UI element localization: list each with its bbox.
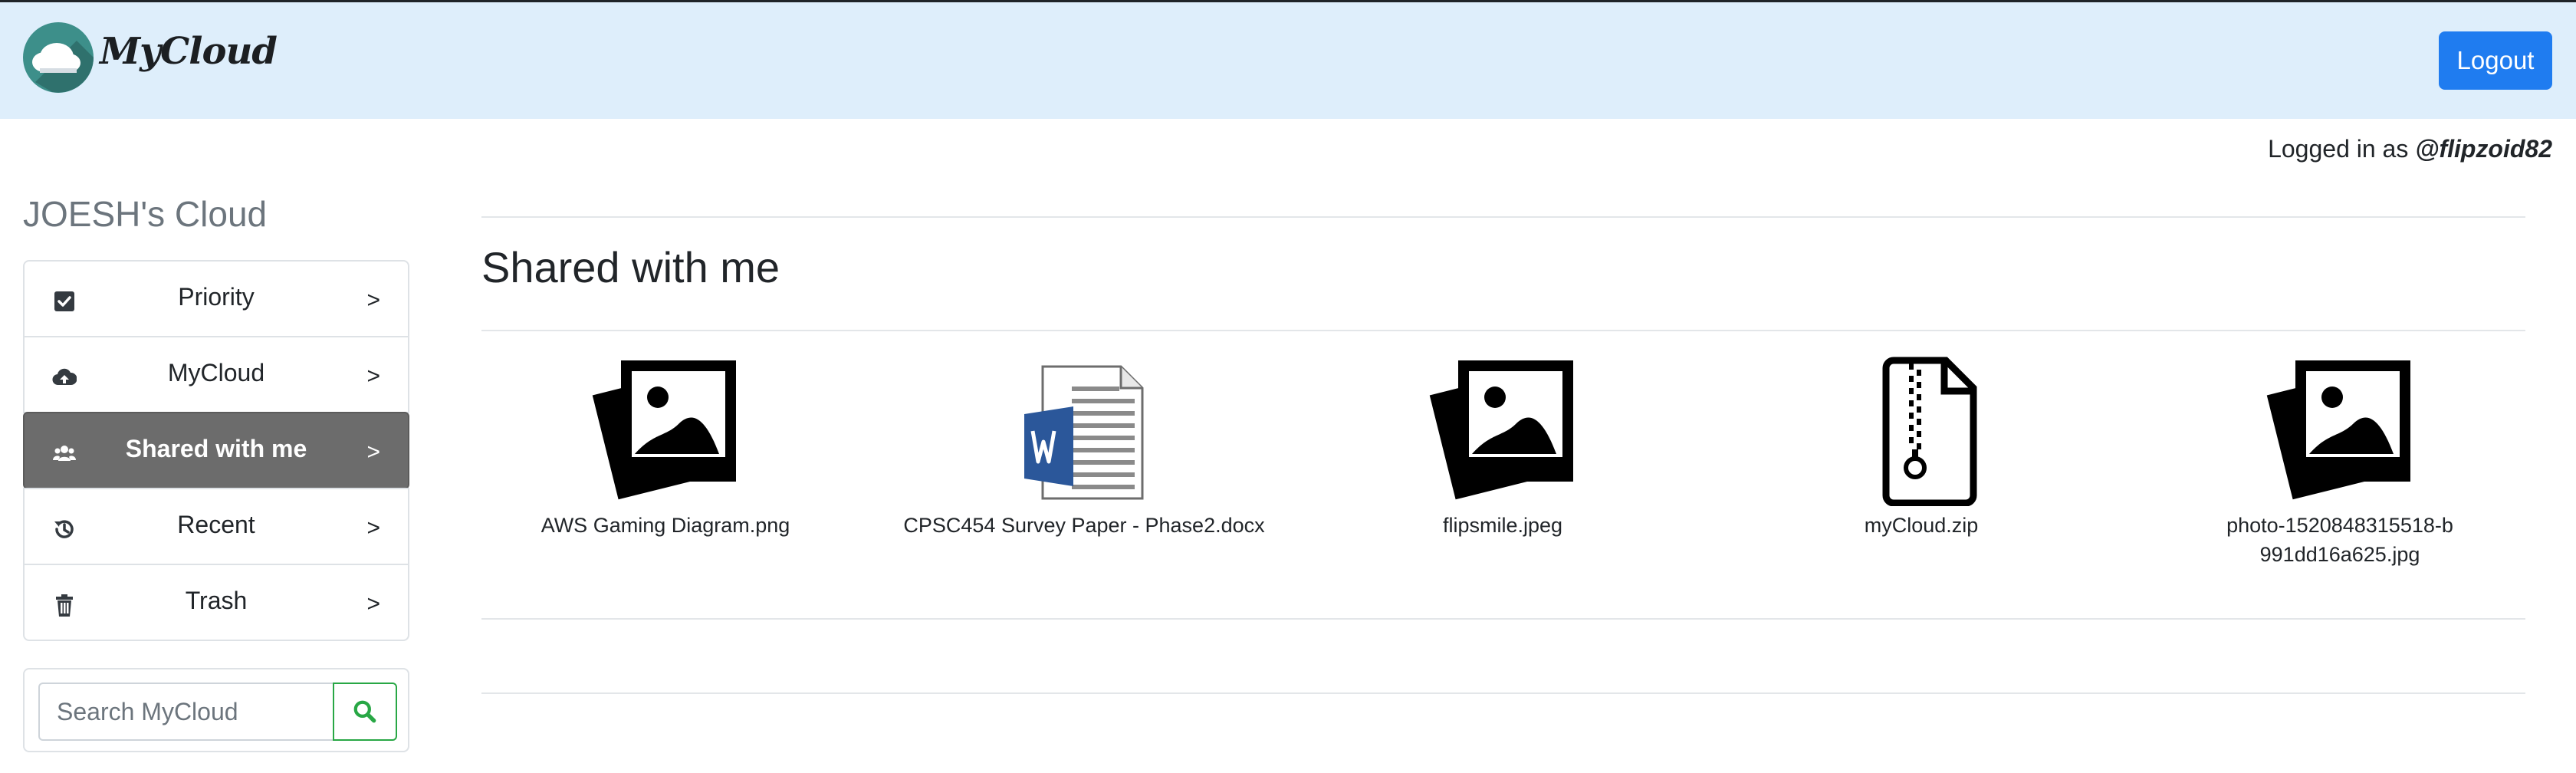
- chevron-right-icon: >: [366, 515, 380, 541]
- search-button[interactable]: [333, 683, 397, 741]
- chevron-right-icon: >: [366, 363, 380, 389]
- login-prefix: Logged in as: [2268, 135, 2416, 163]
- sidebar-item-shared-with-me[interactable]: Shared with me >: [23, 412, 409, 489]
- file-name: photo-1520848315518-b991dd16a625.jpg: [2226, 514, 2453, 566]
- mycloud-logo-icon[interactable]: [23, 22, 94, 93]
- page-title: Shared with me: [481, 243, 780, 291]
- image-file-icon: [1429, 360, 1573, 500]
- username: @flipzoid82: [2415, 135, 2552, 163]
- file-name: CPSC454 Survey Paper - Phase2.docx: [903, 514, 1265, 537]
- sidebar-item-label: Trash: [185, 587, 248, 614]
- sidebar-item-mycloud[interactable]: MyCloud >: [23, 336, 409, 413]
- sidebar-item-label: Shared with me: [125, 435, 307, 462]
- chevron-right-icon: >: [366, 288, 380, 313]
- image-file-icon: [2266, 360, 2410, 500]
- sidebar-item-trash[interactable]: Trash >: [23, 564, 409, 641]
- file-item[interactable]: flipsmile.jpeg: [1319, 353, 1687, 540]
- sidebar-item-priority[interactable]: Priority >: [23, 260, 409, 337]
- chevron-right-icon: >: [366, 439, 380, 465]
- search-icon: [353, 700, 376, 723]
- file-name: myCloud.zip: [1864, 514, 1979, 537]
- brand-name[interactable]: MyCloud: [100, 30, 278, 73]
- file-item[interactable]: AWS Gaming Diagram.png: [481, 353, 849, 540]
- logout-button[interactable]: Logout: [2439, 31, 2552, 90]
- divider: [481, 216, 2525, 218]
- file-name: flipsmile.jpeg: [1442, 514, 1563, 537]
- sidebar-title: JOESH's Cloud: [23, 194, 268, 234]
- image-file-icon: [592, 360, 736, 500]
- divider: [481, 330, 2525, 331]
- search-input[interactable]: [38, 683, 334, 741]
- navbar: MyCloud Logout: [0, 2, 2576, 119]
- login-status: Logged in as @flipzoid82: [2268, 135, 2552, 163]
- search-panel: [23, 668, 409, 752]
- sidebar-item-label: Recent: [177, 511, 255, 538]
- sidebar-item-recent[interactable]: Recent >: [23, 488, 409, 565]
- file-item[interactable]: CPSC454 Survey Paper - Phase2.docx: [900, 353, 1268, 540]
- divider: [481, 618, 2525, 620]
- zip-file-icon: [1882, 357, 1977, 506]
- chevron-right-icon: >: [366, 591, 380, 617]
- file-name: AWS Gaming Diagram.png: [540, 514, 790, 537]
- sidebar-item-label: Priority: [178, 283, 255, 311]
- word-document-icon: [1024, 365, 1144, 500]
- file-item[interactable]: myCloud.zip: [1737, 353, 2105, 540]
- file-grid: AWS Gaming Diagram.png CPSC454 Survey Pa…: [481, 353, 2525, 583]
- divider: [481, 692, 2525, 694]
- sidebar-menu: Priority > MyCloud > Shared with me > Re…: [23, 260, 409, 641]
- sidebar-item-label: MyCloud: [167, 359, 265, 386]
- file-item[interactable]: photo-1520848315518-b991dd16a625.jpg: [2156, 353, 2524, 569]
